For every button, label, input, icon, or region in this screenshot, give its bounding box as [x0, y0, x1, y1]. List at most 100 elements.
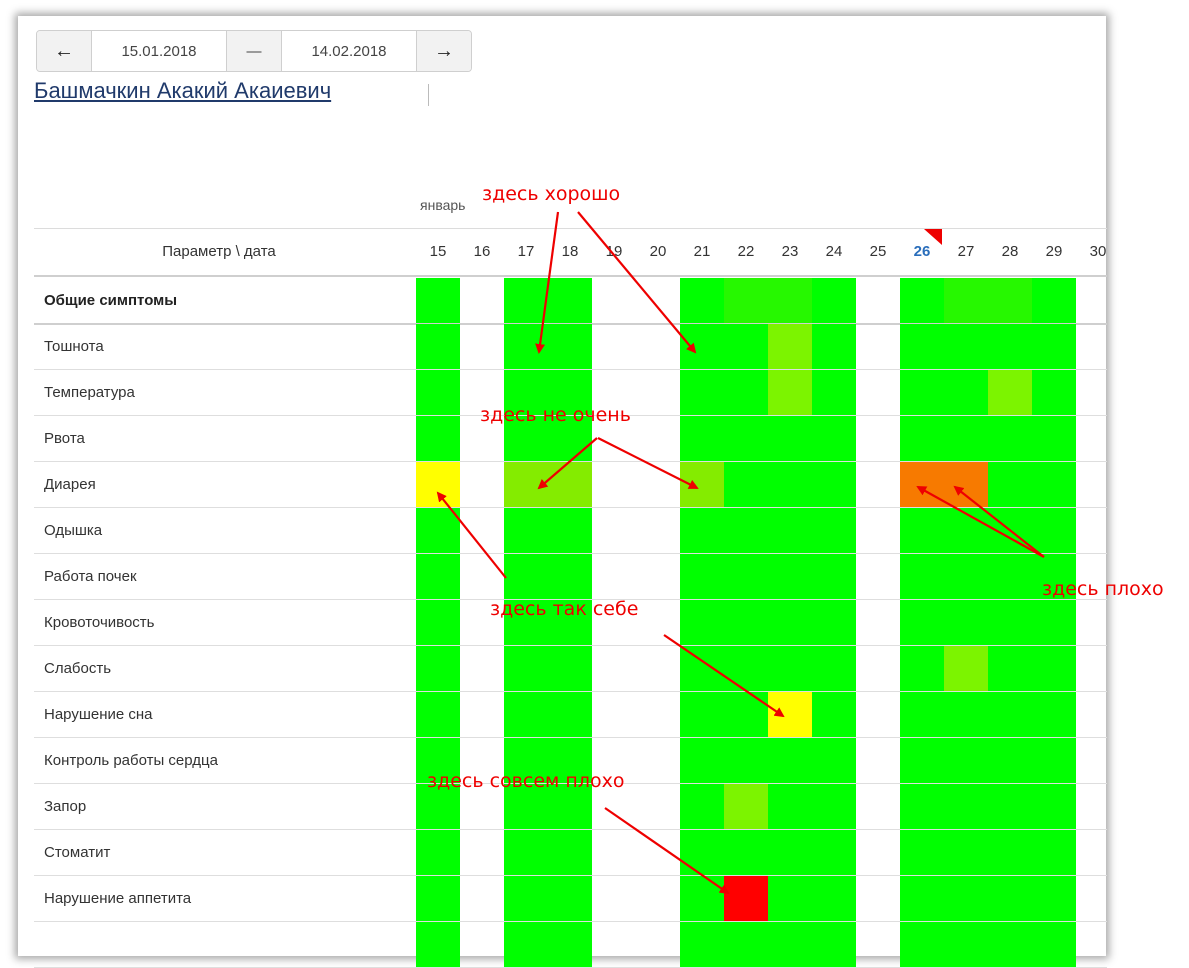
- status-cell[interactable]: [724, 738, 768, 784]
- status-cell[interactable]: [680, 370, 724, 416]
- status-cell[interactable]: [416, 462, 460, 508]
- status-cell[interactable]: [724, 830, 768, 876]
- status-cell[interactable]: [1032, 600, 1076, 646]
- status-cell[interactable]: [944, 692, 988, 738]
- status-cell[interactable]: [548, 922, 592, 968]
- status-cell[interactable]: [1032, 416, 1076, 462]
- status-cell[interactable]: [680, 646, 724, 692]
- status-cell[interactable]: [768, 416, 812, 462]
- status-cell[interactable]: [944, 324, 988, 370]
- status-cell[interactable]: [680, 692, 724, 738]
- status-cell[interactable]: [944, 738, 988, 784]
- status-cell[interactable]: [944, 462, 988, 508]
- status-cell[interactable]: [988, 738, 1032, 784]
- status-cell[interactable]: [724, 508, 768, 554]
- status-cell[interactable]: [416, 692, 460, 738]
- status-cell[interactable]: [416, 738, 460, 784]
- status-cell[interactable]: [988, 508, 1032, 554]
- status-cell[interactable]: [416, 324, 460, 370]
- status-cell[interactable]: [768, 692, 812, 738]
- status-cell[interactable]: [944, 784, 988, 830]
- status-cell[interactable]: [812, 922, 856, 968]
- status-cell[interactable]: [548, 462, 592, 508]
- status-cell[interactable]: [1032, 830, 1076, 876]
- status-cell[interactable]: [988, 922, 1032, 968]
- status-cell[interactable]: [944, 830, 988, 876]
- status-cell[interactable]: [944, 508, 988, 554]
- status-cell[interactable]: [1032, 738, 1076, 784]
- status-cell[interactable]: [1032, 278, 1076, 324]
- status-cell[interactable]: [504, 324, 548, 370]
- status-cell[interactable]: [768, 876, 812, 922]
- status-cell[interactable]: [680, 922, 724, 968]
- status-cell[interactable]: [548, 324, 592, 370]
- status-cell[interactable]: [900, 278, 944, 324]
- status-cell[interactable]: [724, 416, 768, 462]
- status-cell[interactable]: [548, 508, 592, 554]
- status-cell[interactable]: [988, 278, 1032, 324]
- status-cell[interactable]: [724, 324, 768, 370]
- status-cell[interactable]: [944, 416, 988, 462]
- status-cell[interactable]: [944, 554, 988, 600]
- status-cell[interactable]: [724, 600, 768, 646]
- status-cell[interactable]: [504, 784, 548, 830]
- status-cell[interactable]: [812, 554, 856, 600]
- status-cell[interactable]: [988, 554, 1032, 600]
- status-cell[interactable]: [548, 600, 592, 646]
- status-cell[interactable]: [900, 784, 944, 830]
- status-cell[interactable]: [812, 508, 856, 554]
- status-cell[interactable]: [812, 692, 856, 738]
- status-cell[interactable]: [1032, 324, 1076, 370]
- status-cell[interactable]: [504, 600, 548, 646]
- status-cell[interactable]: [724, 646, 768, 692]
- status-cell[interactable]: [504, 922, 548, 968]
- status-cell[interactable]: [988, 830, 1032, 876]
- status-cell[interactable]: [944, 600, 988, 646]
- status-cell[interactable]: [768, 370, 812, 416]
- status-cell[interactable]: [944, 646, 988, 692]
- status-cell[interactable]: [768, 830, 812, 876]
- status-cell[interactable]: [416, 278, 460, 324]
- status-cell[interactable]: [768, 600, 812, 646]
- status-cell[interactable]: [768, 324, 812, 370]
- status-cell[interactable]: [1032, 370, 1076, 416]
- status-cell[interactable]: [944, 876, 988, 922]
- status-cell[interactable]: [504, 876, 548, 922]
- status-cell[interactable]: [768, 554, 812, 600]
- status-cell[interactable]: [900, 508, 944, 554]
- status-cell[interactable]: [724, 922, 768, 968]
- status-cell[interactable]: [416, 784, 460, 830]
- status-cell[interactable]: [768, 646, 812, 692]
- status-cell[interactable]: [548, 278, 592, 324]
- status-cell[interactable]: [812, 830, 856, 876]
- status-cell[interactable]: [504, 830, 548, 876]
- status-cell[interactable]: [680, 462, 724, 508]
- status-cell[interactable]: [416, 922, 460, 968]
- status-cell[interactable]: [548, 370, 592, 416]
- status-cell[interactable]: [416, 646, 460, 692]
- status-cell[interactable]: [680, 876, 724, 922]
- status-cell[interactable]: [504, 462, 548, 508]
- status-cell[interactable]: [680, 600, 724, 646]
- status-cell[interactable]: [724, 692, 768, 738]
- status-cell[interactable]: [988, 600, 1032, 646]
- status-cell[interactable]: [724, 554, 768, 600]
- status-cell[interactable]: [988, 416, 1032, 462]
- status-cell[interactable]: [1032, 692, 1076, 738]
- status-cell[interactable]: [900, 554, 944, 600]
- status-cell[interactable]: [812, 876, 856, 922]
- status-cell[interactable]: [504, 692, 548, 738]
- status-cell[interactable]: [548, 738, 592, 784]
- status-cell[interactable]: [680, 738, 724, 784]
- status-cell[interactable]: [1032, 646, 1076, 692]
- status-cell[interactable]: [900, 692, 944, 738]
- status-cell[interactable]: [812, 278, 856, 324]
- status-cell[interactable]: [988, 876, 1032, 922]
- status-cell[interactable]: [416, 508, 460, 554]
- status-cell[interactable]: [988, 370, 1032, 416]
- status-cell[interactable]: [944, 278, 988, 324]
- status-cell[interactable]: [944, 370, 988, 416]
- status-cell[interactable]: [812, 416, 856, 462]
- status-cell[interactable]: [812, 784, 856, 830]
- status-cell[interactable]: [1032, 922, 1076, 968]
